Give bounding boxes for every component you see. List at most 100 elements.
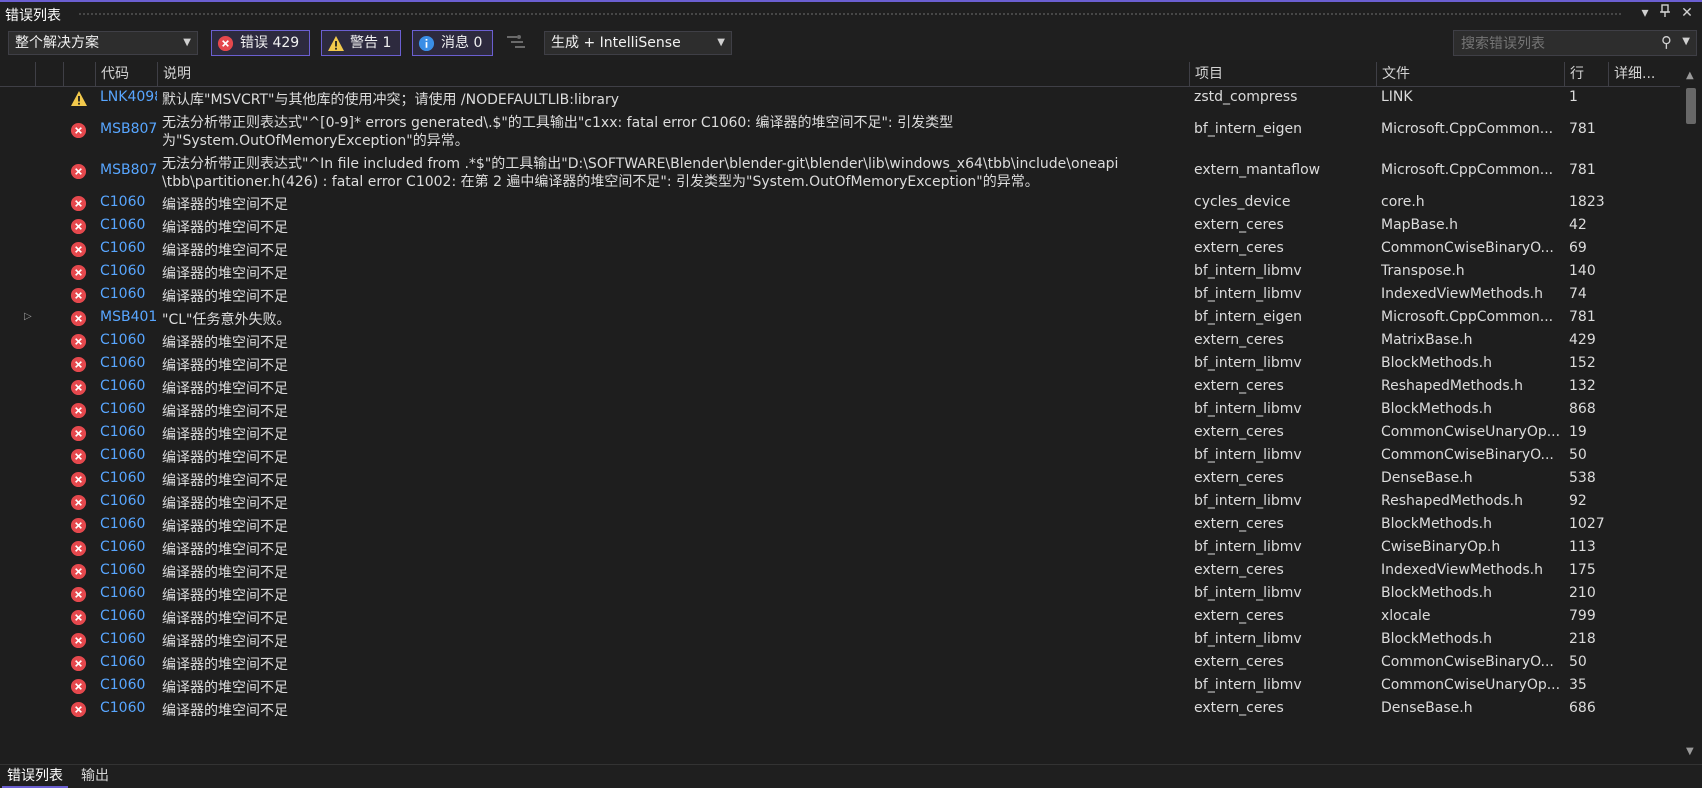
table-row[interactable]: C1060 编译器的堆空间不足 cycles_device core.h 1823 (0, 192, 1680, 215)
scroll-down-icon[interactable]: ▼ (1686, 746, 1694, 757)
build-filter-dropdown[interactable]: 生成 + IntelliSense ▼ (544, 31, 732, 55)
error-code-link[interactable]: C1060 (100, 654, 157, 670)
tab-output[interactable]: 输出 (76, 765, 114, 788)
error-code-link[interactable]: C1060 (100, 516, 157, 532)
error-icon (70, 701, 88, 719)
search-options-chevron-icon[interactable]: ▼ (1682, 36, 1690, 47)
error-code-link[interactable]: C1060 (100, 677, 157, 693)
project-name: bf_intern_libmv (1194, 585, 1302, 601)
header-file[interactable]: 文件 (1376, 62, 1564, 87)
table-row[interactable]: C1060 编译器的堆空间不足 extern_ceres BlockMethods.h… (0, 514, 1680, 537)
table-row[interactable]: C1060 编译器的堆空间不足 bf_intern_libmv BlockMethod… (0, 353, 1680, 376)
file-name: CommonCwiseUnaryOp... (1381, 677, 1561, 693)
table-row[interactable]: C1060 编译器的堆空间不足 bf_intern_libmv BlockMethod… (0, 629, 1680, 652)
close-icon[interactable]: ✕ (1678, 4, 1696, 22)
table-row[interactable]: C1060 编译器的堆空间不足 extern_ceres xlocale 799 (0, 606, 1680, 629)
table-row[interactable]: C1060 编译器的堆空间不足 extern_ceres DenseBase.h 538 (0, 468, 1680, 491)
header-detail[interactable]: 详细... (1608, 62, 1680, 87)
table-row[interactable]: C1060 编译器的堆空间不足 extern_ceres DenseBase.h 686 (0, 698, 1680, 721)
line-number: 868 (1569, 401, 1596, 417)
error-code-link[interactable]: MSB8070 (100, 121, 157, 137)
error-code-link[interactable]: C1060 (100, 700, 157, 716)
project-name: extern_ceres (1194, 562, 1284, 578)
warnings-filter-button[interactable]: 警告 1 (321, 30, 401, 56)
error-code-link[interactable]: C1060 (100, 447, 157, 463)
table-row[interactable]: C1060 编译器的堆空间不足 extern_ceres MapBase.h 42 (0, 215, 1680, 238)
table-row[interactable]: C1060 编译器的堆空间不足 extern_ceres ReshapedMethod… (0, 376, 1680, 399)
file-name: CommonCwiseBinaryO... (1381, 447, 1554, 463)
error-code-link[interactable]: C1060 (100, 401, 157, 417)
table-row[interactable]: C1060 编译器的堆空间不足 bf_intern_libmv Transpose.h… (0, 261, 1680, 284)
header-code[interactable]: 代码 (95, 62, 157, 87)
line-number: 1823 (1569, 194, 1605, 210)
scope-dropdown[interactable]: 整个解决方案 ▼ (8, 31, 198, 55)
error-code-link[interactable]: C1060 (100, 263, 157, 279)
error-code-link[interactable]: C1060 (100, 286, 157, 302)
project-name: bf_intern_libmv (1194, 355, 1302, 371)
table-row[interactable]: LNK4098 默认库"MSVCRT"与其他库的使用冲突；请使用 /NODEFAU… (0, 87, 1680, 110)
description-text: 编译器的堆空间不足 (162, 289, 288, 305)
messages-filter-button[interactable]: 消息 0 (412, 30, 493, 56)
table-row[interactable]: C1060 编译器的堆空间不足 bf_intern_libmv CommonCwise… (0, 675, 1680, 698)
table-row[interactable]: ▷ MSB4018 "CL"任务意外失败。 bf_intern_eigen Micros… (0, 307, 1680, 330)
project-name: extern_ceres (1194, 470, 1284, 486)
header-project[interactable]: 项目 (1189, 62, 1376, 87)
tab-error-list[interactable]: 错误列表 (2, 765, 68, 788)
chevron-down-icon: ▼ (717, 37, 725, 48)
table-row[interactable]: MSB8070 无法分析带正则表达式"^In file included from… (0, 151, 1680, 192)
error-icon (70, 122, 88, 140)
error-code-link[interactable]: C1060 (100, 355, 157, 371)
project-name: bf_intern_libmv (1194, 631, 1302, 647)
error-code-link[interactable]: C1060 (100, 240, 157, 256)
error-code-link[interactable]: C1060 (100, 493, 157, 509)
error-code-link[interactable]: C1060 (100, 539, 157, 555)
vertical-scrollbar[interactable]: ▲ ▼ (1680, 62, 1702, 762)
errors-filter-button[interactable]: 错误 429 (211, 30, 310, 56)
header-checkbox-column[interactable] (35, 62, 63, 87)
table-row[interactable]: C1060 编译器的堆空间不足 bf_intern_libmv BlockMethod… (0, 399, 1680, 422)
error-code-link[interactable]: C1060 (100, 585, 157, 601)
error-code-link[interactable]: C1060 (100, 631, 157, 647)
scroll-up-icon[interactable]: ▲ (1686, 70, 1694, 81)
error-code-link[interactable]: MSB4018 (100, 309, 157, 325)
error-code-link[interactable]: C1060 (100, 378, 157, 394)
table-row[interactable]: C1060 编译器的堆空间不足 extern_ceres MatrixBase.h 42… (0, 330, 1680, 353)
table-row[interactable]: C1060 编译器的堆空间不足 extern_ceres CommonCwiseUna… (0, 422, 1680, 445)
table-row[interactable]: C1060 编译器的堆空间不足 bf_intern_libmv IndexedView… (0, 284, 1680, 307)
error-code-link[interactable]: LNK4098 (100, 89, 157, 105)
error-code-link[interactable]: MSB8070 (100, 162, 157, 178)
table-row[interactable]: C1060 编译器的堆空间不足 extern_ceres CommonCwiseBin… (0, 238, 1680, 261)
file-name: core.h (1381, 194, 1425, 210)
error-code-link[interactable]: C1060 (100, 470, 157, 486)
error-code-link[interactable]: C1060 (100, 608, 157, 624)
search-box[interactable]: ⚲ ▼ (1453, 30, 1697, 56)
search-input[interactable] (1459, 33, 1653, 55)
table-row[interactable]: C1060 编译器的堆空间不足 bf_intern_libmv ReshapedMet… (0, 491, 1680, 514)
error-code-link[interactable]: C1060 (100, 424, 157, 440)
header-line[interactable]: 行 (1564, 62, 1608, 87)
table-row[interactable]: C1060 编译器的堆空间不足 bf_intern_libmv CommonCwise… (0, 445, 1680, 468)
drag-grip[interactable] (78, 12, 1622, 16)
header-description[interactable]: 说明 (157, 62, 1189, 87)
description-text: 编译器的堆空间不足 (162, 657, 288, 673)
table-row[interactable]: C1060 编译器的堆空间不足 bf_intern_libmv CwiseBinary… (0, 537, 1680, 560)
error-code-link[interactable]: C1060 (100, 194, 157, 210)
table-row[interactable]: C1060 编译器的堆空间不足 extern_ceres IndexedViewMet… (0, 560, 1680, 583)
table-row[interactable]: C1060 编译器的堆空间不足 bf_intern_libmv BlockMethod… (0, 583, 1680, 606)
description-text: 编译器的堆空间不足 (162, 703, 288, 719)
error-code-link[interactable]: C1060 (100, 217, 157, 233)
table-row[interactable]: C1060 编译器的堆空间不足 extern_ceres CommonCwiseBin… (0, 652, 1680, 675)
search-icon[interactable]: ⚲ (1661, 33, 1672, 51)
scroll-thumb[interactable] (1686, 88, 1696, 124)
project-name: extern_ceres (1194, 217, 1284, 233)
pin-icon[interactable] (1656, 4, 1674, 22)
table-row[interactable]: MSB8070 无法分析带正则表达式"^[0-9]* errors generat… (0, 110, 1680, 151)
file-name: CwiseBinaryOp.h (1381, 539, 1501, 555)
filter-icon[interactable] (505, 32, 527, 56)
header-expander-column[interactable] (0, 62, 35, 87)
expand-row-icon[interactable]: ▷ (24, 311, 32, 322)
header-severity-column[interactable] (63, 62, 95, 87)
dropdown-icon[interactable]: ▾ (1636, 4, 1654, 22)
error-code-link[interactable]: C1060 (100, 332, 157, 348)
error-code-link[interactable]: C1060 (100, 562, 157, 578)
